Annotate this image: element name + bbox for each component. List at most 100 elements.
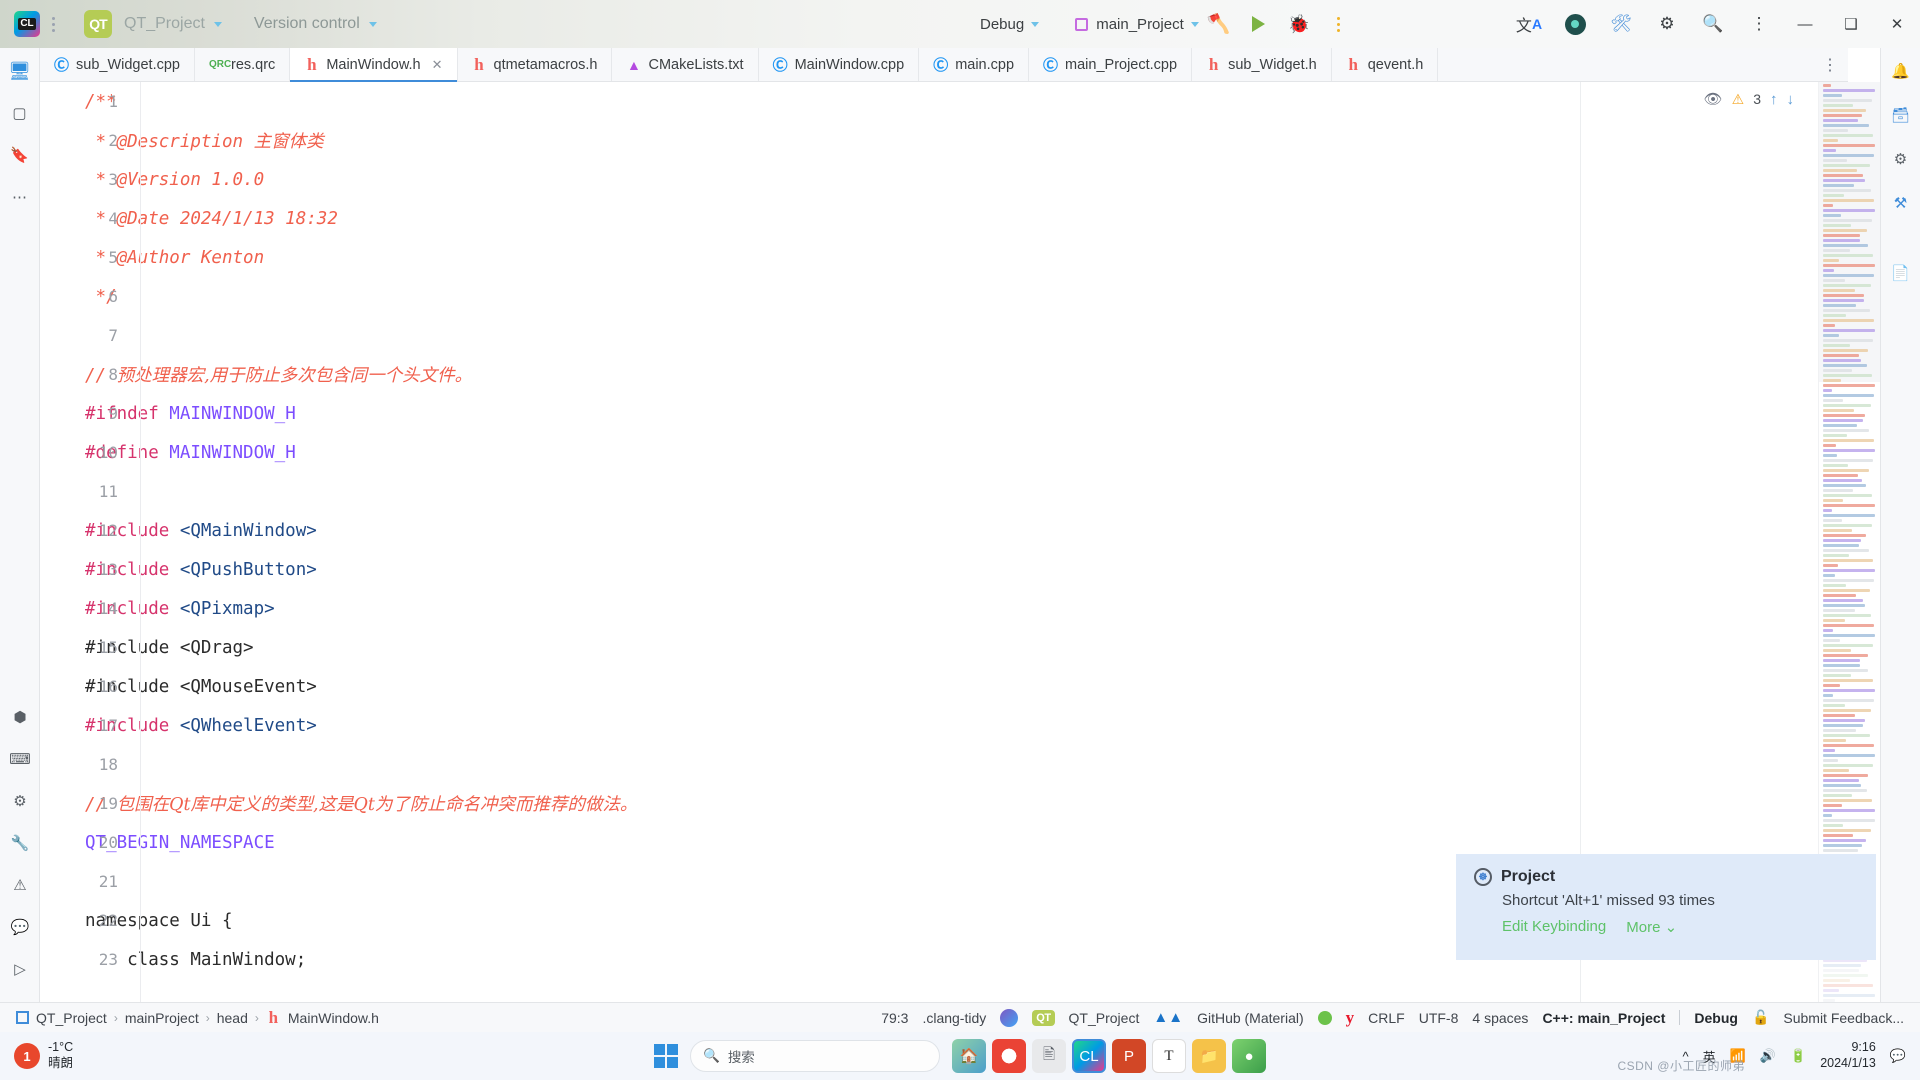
hammer-icon[interactable]: 🪓	[1199, 4, 1239, 44]
window-close-button[interactable]: ✕	[1874, 0, 1920, 48]
code-line[interactable]: 18	[40, 745, 1880, 784]
debug-icon[interactable]: 🐞	[1279, 4, 1319, 44]
next-problem-icon[interactable]: ↓	[1787, 91, 1795, 108]
chrome-icon[interactable]	[992, 1039, 1026, 1073]
weather-widget-icon[interactable]: 🏠	[952, 1039, 986, 1073]
code-line[interactable]: 19// 包围在Qt库中定义的类型,这是Qt为了防止命名冲突而推荐的做法。	[40, 784, 1880, 823]
code-line[interactable]: 14 #include <QPixmap>	[40, 589, 1880, 628]
code-line[interactable]: 17 #include <QWheelEvent>	[40, 706, 1880, 745]
cmake-tool-icon[interactable]: ⚙	[1888, 146, 1914, 172]
code-line[interactable]: 8// 预处理器宏,用于防止多次包含同一个头文件。	[40, 355, 1880, 394]
editor-tab-cmakelists-txt[interactable]: ▲ CMakeLists.txt	[612, 48, 759, 81]
clion-taskbar-icon[interactable]: CL	[1072, 1039, 1106, 1073]
breadcrumb-item[interactable]: mainProject	[125, 1010, 199, 1026]
qt-designer-icon[interactable]: ⚒	[1888, 190, 1914, 216]
status-project-label[interactable]: QT_Project	[1069, 1010, 1140, 1026]
code-line[interactable]: 7	[40, 316, 1880, 355]
window-minimize-button[interactable]: —	[1782, 0, 1828, 48]
minimap-viewport[interactable]	[1819, 82, 1880, 382]
notes-tool-icon[interactable]: 📄	[1888, 260, 1914, 286]
git-branch-icon[interactable]: ⬢	[7, 704, 33, 730]
volume-icon[interactable]: 🔊	[1760, 1048, 1776, 1064]
caret-position[interactable]: 79:3	[881, 1010, 908, 1026]
editor-tab-qevent-h[interactable]: h qevent.h	[1332, 48, 1439, 81]
settings-wrench-icon[interactable]: 🛠	[1598, 0, 1644, 48]
breadcrumb-item[interactable]: head	[217, 1010, 248, 1026]
code-line[interactable]: 16 #include <QMouseEvent>	[40, 667, 1880, 706]
code-line[interactable]: 9 #ifndef MAINWINDOW_H	[40, 394, 1880, 433]
project-chevron-down-icon[interactable]	[213, 21, 222, 27]
more-options-icon[interactable]	[1319, 4, 1359, 44]
yandex-icon[interactable]: y	[1346, 1008, 1355, 1028]
code-line[interactable]: 5 * @Author Kenton	[40, 238, 1880, 277]
run-tool-icon[interactable]: ▷	[7, 956, 33, 982]
line-separator-label[interactable]: CRLF	[1368, 1010, 1405, 1026]
profile-avatar[interactable]	[1552, 0, 1598, 48]
run-icon[interactable]	[1239, 4, 1279, 44]
editor-tab-mainwindow-h[interactable]: h MainWindow.h ✕	[290, 48, 458, 82]
build-config-chevron-down-icon[interactable]	[1031, 21, 1040, 27]
editor-tab-main-cpp[interactable]: Ⓒmain.cpp	[919, 48, 1030, 81]
toolchain-label[interactable]: C++: main_Project	[1542, 1010, 1665, 1026]
eye-off-icon[interactable]: 👁	[1704, 90, 1723, 108]
code-line[interactable]: 6 */	[40, 277, 1880, 316]
build-config-label[interactable]: Debug	[980, 16, 1024, 33]
app-green-icon[interactable]: ●	[1232, 1039, 1266, 1073]
build-tool-icon[interactable]: 🔧	[7, 830, 33, 856]
editor-tab-sub-widget-h[interactable]: h sub_Widget.h	[1192, 48, 1332, 81]
code-line[interactable]: 1/**	[40, 82, 1880, 121]
commit-tool-icon[interactable]: ▢	[7, 100, 33, 126]
vcs-chevron-down-icon[interactable]	[368, 21, 377, 27]
project-name-label[interactable]: QT_Project	[124, 15, 205, 33]
folder-icon[interactable]: 📁	[1192, 1039, 1226, 1073]
powerpoint-icon[interactable]: P	[1112, 1039, 1146, 1073]
problems-tool-icon[interactable]: ⚠	[7, 872, 33, 898]
code-line[interactable]: 2 * @Description 主窗体类	[40, 121, 1880, 160]
editor-tab-sub-widget-cpp[interactable]: Ⓒsub_Widget.cpp	[40, 48, 195, 81]
editor-tab-qtmetamacros-h[interactable]: h qtmetamacros.h	[458, 48, 613, 81]
run-config-selector[interactable]: main_Project	[1075, 16, 1184, 33]
breadcrumb-item[interactable]: QT_Project	[36, 1010, 107, 1026]
editor-tab-main-project-cpp[interactable]: Ⓒmain_Project.cpp	[1029, 48, 1193, 81]
database-tool-icon[interactable]: 🗃	[1888, 102, 1914, 128]
qt-chip-icon[interactable]: QT	[1032, 1009, 1055, 1026]
editor-tab-mainwindow-cpp[interactable]: Ⓒ MainWindow.cpp	[759, 48, 920, 81]
indent-label[interactable]: 4 spaces	[1472, 1010, 1528, 1026]
code-line[interactable]: 4 * @Date 2024/1/13 18:32	[40, 199, 1880, 238]
lock-icon[interactable]: 🔓	[1752, 1009, 1769, 1026]
code-line[interactable]: 3 * @Version 1.0.0	[40, 160, 1880, 199]
bookmarks-tool-icon[interactable]: 🔖	[7, 142, 33, 168]
plugins-icon[interactable]: ⚙	[1644, 0, 1690, 48]
encoding-label[interactable]: UTF-8	[1419, 1010, 1459, 1026]
close-icon[interactable]: ✕	[432, 57, 443, 73]
notification-icon[interactable]: 💬	[1890, 1048, 1906, 1064]
code-line[interactable]: 15 #include <QDrag>	[40, 628, 1880, 667]
breadcrumb-item[interactable]: MainWindow.h	[288, 1010, 379, 1026]
previous-problem-icon[interactable]: ↑	[1770, 91, 1778, 108]
inspection-profile-label[interactable]: .clang-tidy	[922, 1010, 986, 1026]
more-tools-icon[interactable]: ⋯	[7, 184, 33, 210]
edit-keybinding-link[interactable]: Edit Keybinding	[1502, 918, 1606, 936]
more-link[interactable]: More ⌄	[1626, 918, 1677, 936]
messages-tool-icon[interactable]: 💬	[7, 914, 33, 940]
file-explorer-icon[interactable]: 🖹	[1032, 1039, 1066, 1073]
code-line[interactable]: 10 #define MAINWINDOW_H	[40, 433, 1880, 472]
window-maximize-button[interactable]: ❑	[1828, 0, 1874, 48]
typora-icon[interactable]: T	[1152, 1039, 1186, 1073]
tab-overflow-menu-icon[interactable]: ⋮	[1812, 48, 1848, 81]
overflow-menu-icon[interactable]: ⋮	[1736, 0, 1782, 48]
vcs-branch-label[interactable]: GitHub (Material)	[1197, 1010, 1304, 1026]
search-icon[interactable]: 🔍	[1690, 0, 1736, 48]
translate-icon[interactable]: 文A	[1506, 0, 1552, 48]
project-tool-icon[interactable]: 🖥	[7, 58, 33, 84]
taskbar-clock[interactable]: 9:16 2024/1/13	[1820, 1040, 1876, 1071]
weather-widget[interactable]: 1 -1°C 晴朗	[0, 1040, 73, 1071]
run-config-chevron-down-icon[interactable]	[1190, 21, 1199, 27]
version-control-label[interactable]: Version control	[254, 15, 360, 33]
code-line[interactable]: 11	[40, 472, 1880, 511]
code-line[interactable]: 12 #include <QMainWindow>	[40, 511, 1880, 550]
toolchain-config-label[interactable]: Debug	[1694, 1010, 1738, 1026]
settings-tool-icon[interactable]: ⚙	[7, 788, 33, 814]
battery-icon[interactable]: 🔋	[1790, 1048, 1806, 1064]
editor-tab-res-qrc[interactable]: QRC res.qrc	[195, 48, 291, 81]
